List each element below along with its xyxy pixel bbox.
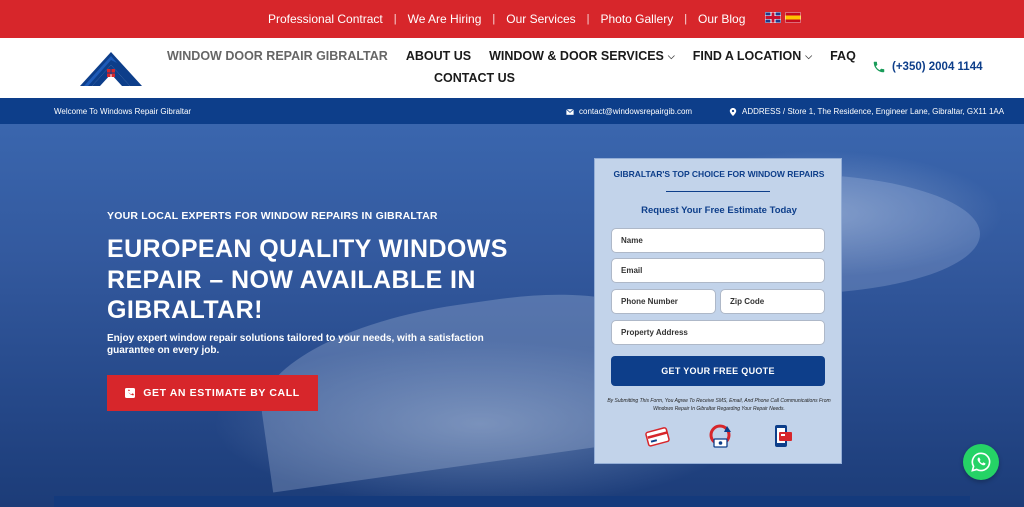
nav-faq[interactable]: FAQ [830, 49, 856, 63]
separator: | [586, 13, 590, 25]
form-disclaimer: By Submitting This Form, You Agree To Re… [607, 398, 831, 412]
welcome-text: Welcome To Windows Repair Gibraltar [54, 107, 192, 116]
top-link-we-are-hiring[interactable]: We Are Hiring [398, 12, 492, 26]
whatsapp-button[interactable] [963, 444, 999, 480]
get-free-quote-button[interactable]: GET YOUR FREE QUOTE [611, 356, 825, 386]
whatsapp-icon [971, 452, 991, 472]
email-text: contact@windowsrepairgib.com [579, 107, 693, 116]
top-link-our-blog[interactable]: Our Blog [688, 12, 755, 26]
name-input[interactable] [611, 228, 825, 253]
zip-input[interactable] [720, 289, 825, 314]
spain-flag-icon[interactable] [785, 12, 801, 23]
separator: | [492, 13, 496, 25]
separator: | [684, 13, 688, 25]
envelope-icon [566, 108, 574, 115]
contact-address: ADDRESS / Store 1, The Residence, Engine… [729, 107, 1004, 116]
property-address-input[interactable] [611, 320, 825, 345]
phone-number: (+350) 2004 1144 [892, 61, 983, 73]
hero-headline: EUROPEAN QUALITY WINDOWS REPAIR – NOW AV… [107, 235, 508, 324]
phone-icon [873, 61, 885, 73]
top-nav: Professional Contract | We Are Hiring | … [258, 0, 755, 38]
uk-flag-icon[interactable] [765, 12, 781, 23]
nav-about[interactable]: ABOUT US [406, 49, 471, 63]
form-title: GIBRALTAR'S TOP CHOICE FOR WINDOW REPAIR… [613, 169, 825, 179]
map-pin-icon [729, 107, 737, 116]
mobile-payment-icon [775, 425, 792, 447]
logo-icon[interactable] [78, 46, 144, 88]
top-bar: Professional Contract | We Are Hiring | … [0, 0, 1024, 38]
main-nav: WINDOW DOOR REPAIR GIBRALTAR ABOUT US WI… [167, 49, 856, 85]
payment-badges [645, 422, 795, 450]
nav-home[interactable]: WINDOW DOOR REPAIR GIBRALTAR [167, 49, 388, 63]
cta-label: GET AN ESTIMATE BY CALL [143, 387, 300, 399]
form-divider [666, 191, 770, 192]
phone-input[interactable] [611, 289, 716, 314]
top-link-our-services[interactable]: Our Services [496, 12, 585, 26]
cash-refresh-icon [709, 424, 731, 448]
hero-subtext: Enjoy expert window repair solutions tai… [107, 333, 484, 356]
language-switcher [765, 12, 801, 23]
site-header: WINDOW DOOR REPAIR GIBRALTAR ABOUT US WI… [0, 38, 1024, 98]
chevron-down-icon: ⌵ [667, 50, 675, 61]
estimate-by-call-button[interactable]: GET AN ESTIMATE BY CALL [107, 375, 318, 411]
email-input[interactable] [611, 258, 825, 283]
header-phone[interactable]: (+350) 2004 1144 [872, 60, 982, 74]
nav-find-location[interactable]: FIND A LOCATION ⌵ [693, 49, 812, 63]
nav-services-label: WINDOW & DOOR SERVICES [489, 49, 664, 63]
contact-email[interactable]: contact@windowsrepairgib.com [566, 107, 692, 116]
nav-location-label: FIND A LOCATION [692, 49, 802, 63]
info-bar: Welcome To Windows Repair Gibraltar cont… [0, 98, 1024, 124]
hero-eyebrow: YOUR LOCAL EXPERTS FOR WINDOW REPAIRS IN… [107, 210, 438, 222]
address-text: ADDRESS / Store 1, The Residence, Engine… [742, 107, 1005, 116]
chevron-down-icon: ⌵ [805, 50, 813, 61]
hero-section: YOUR LOCAL EXPERTS FOR WINDOW REPAIRS IN… [0, 124, 1024, 507]
top-link-professional-contract[interactable]: Professional Contract [258, 12, 393, 26]
top-link-photo-gallery[interactable]: Photo Gallery [590, 12, 683, 26]
phone-icon [125, 388, 136, 398]
separator: | [393, 13, 397, 25]
form-subtitle: Request Your Free Estimate Today [641, 205, 797, 216]
credit-card-icon [645, 427, 670, 447]
nav-contact[interactable]: CONTACT US [434, 71, 515, 85]
hero-bottom-strip [54, 496, 970, 507]
nav-services[interactable]: WINDOW & DOOR SERVICES ⌵ [489, 49, 675, 63]
quote-form: GIBRALTAR'S TOP CHOICE FOR WINDOW REPAIR… [594, 158, 842, 464]
